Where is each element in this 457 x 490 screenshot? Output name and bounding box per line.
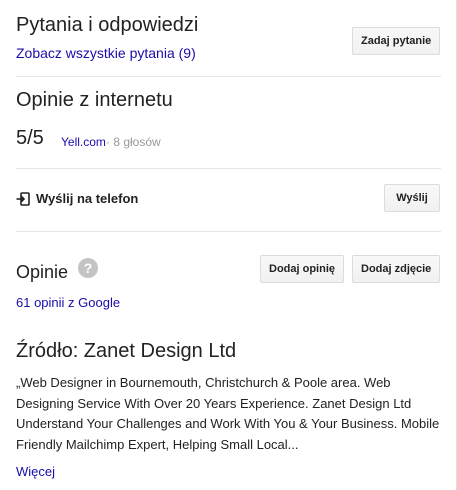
business-description: „Web Designer in Bournemouth, Christchur… [16,375,440,452]
google-reviews-link[interactable]: 61 opinii z Google [16,295,120,310]
ask-question-button[interactable]: Zadaj pytanie [352,27,440,55]
add-photo-button[interactable]: Dodaj zdjęcie [352,255,440,283]
send-to-phone-label: Wyślij na telefon [36,191,139,206]
divider [16,168,441,169]
divider [16,76,441,77]
reviews-title: Opinie [16,262,69,282]
rating-score: 5/5 [16,127,44,149]
divider [16,231,441,232]
send-button[interactable]: Wyślij [384,184,440,212]
more-link[interactable]: Więcej [16,464,55,479]
send-to-phone-row[interactable]: Wyślij na telefon [16,191,138,209]
see-all-questions-link[interactable]: Zobacz wszystkie pytania (9) [16,45,196,61]
help-icon[interactable]: ? [78,258,98,278]
web-reviews-title: Opinie z internetu [16,89,173,111]
add-review-button[interactable]: Dodaj opinię [260,255,344,283]
rating-source-link[interactable]: Yell.com [61,135,106,149]
rating-votes-count: · 8 głosów [106,135,161,149]
send-to-phone-icon [16,192,30,209]
source-title: Źródło: Zanet Design Ltd [16,340,237,362]
qa-section-title: Pytania i odpowiedzi [16,14,199,36]
